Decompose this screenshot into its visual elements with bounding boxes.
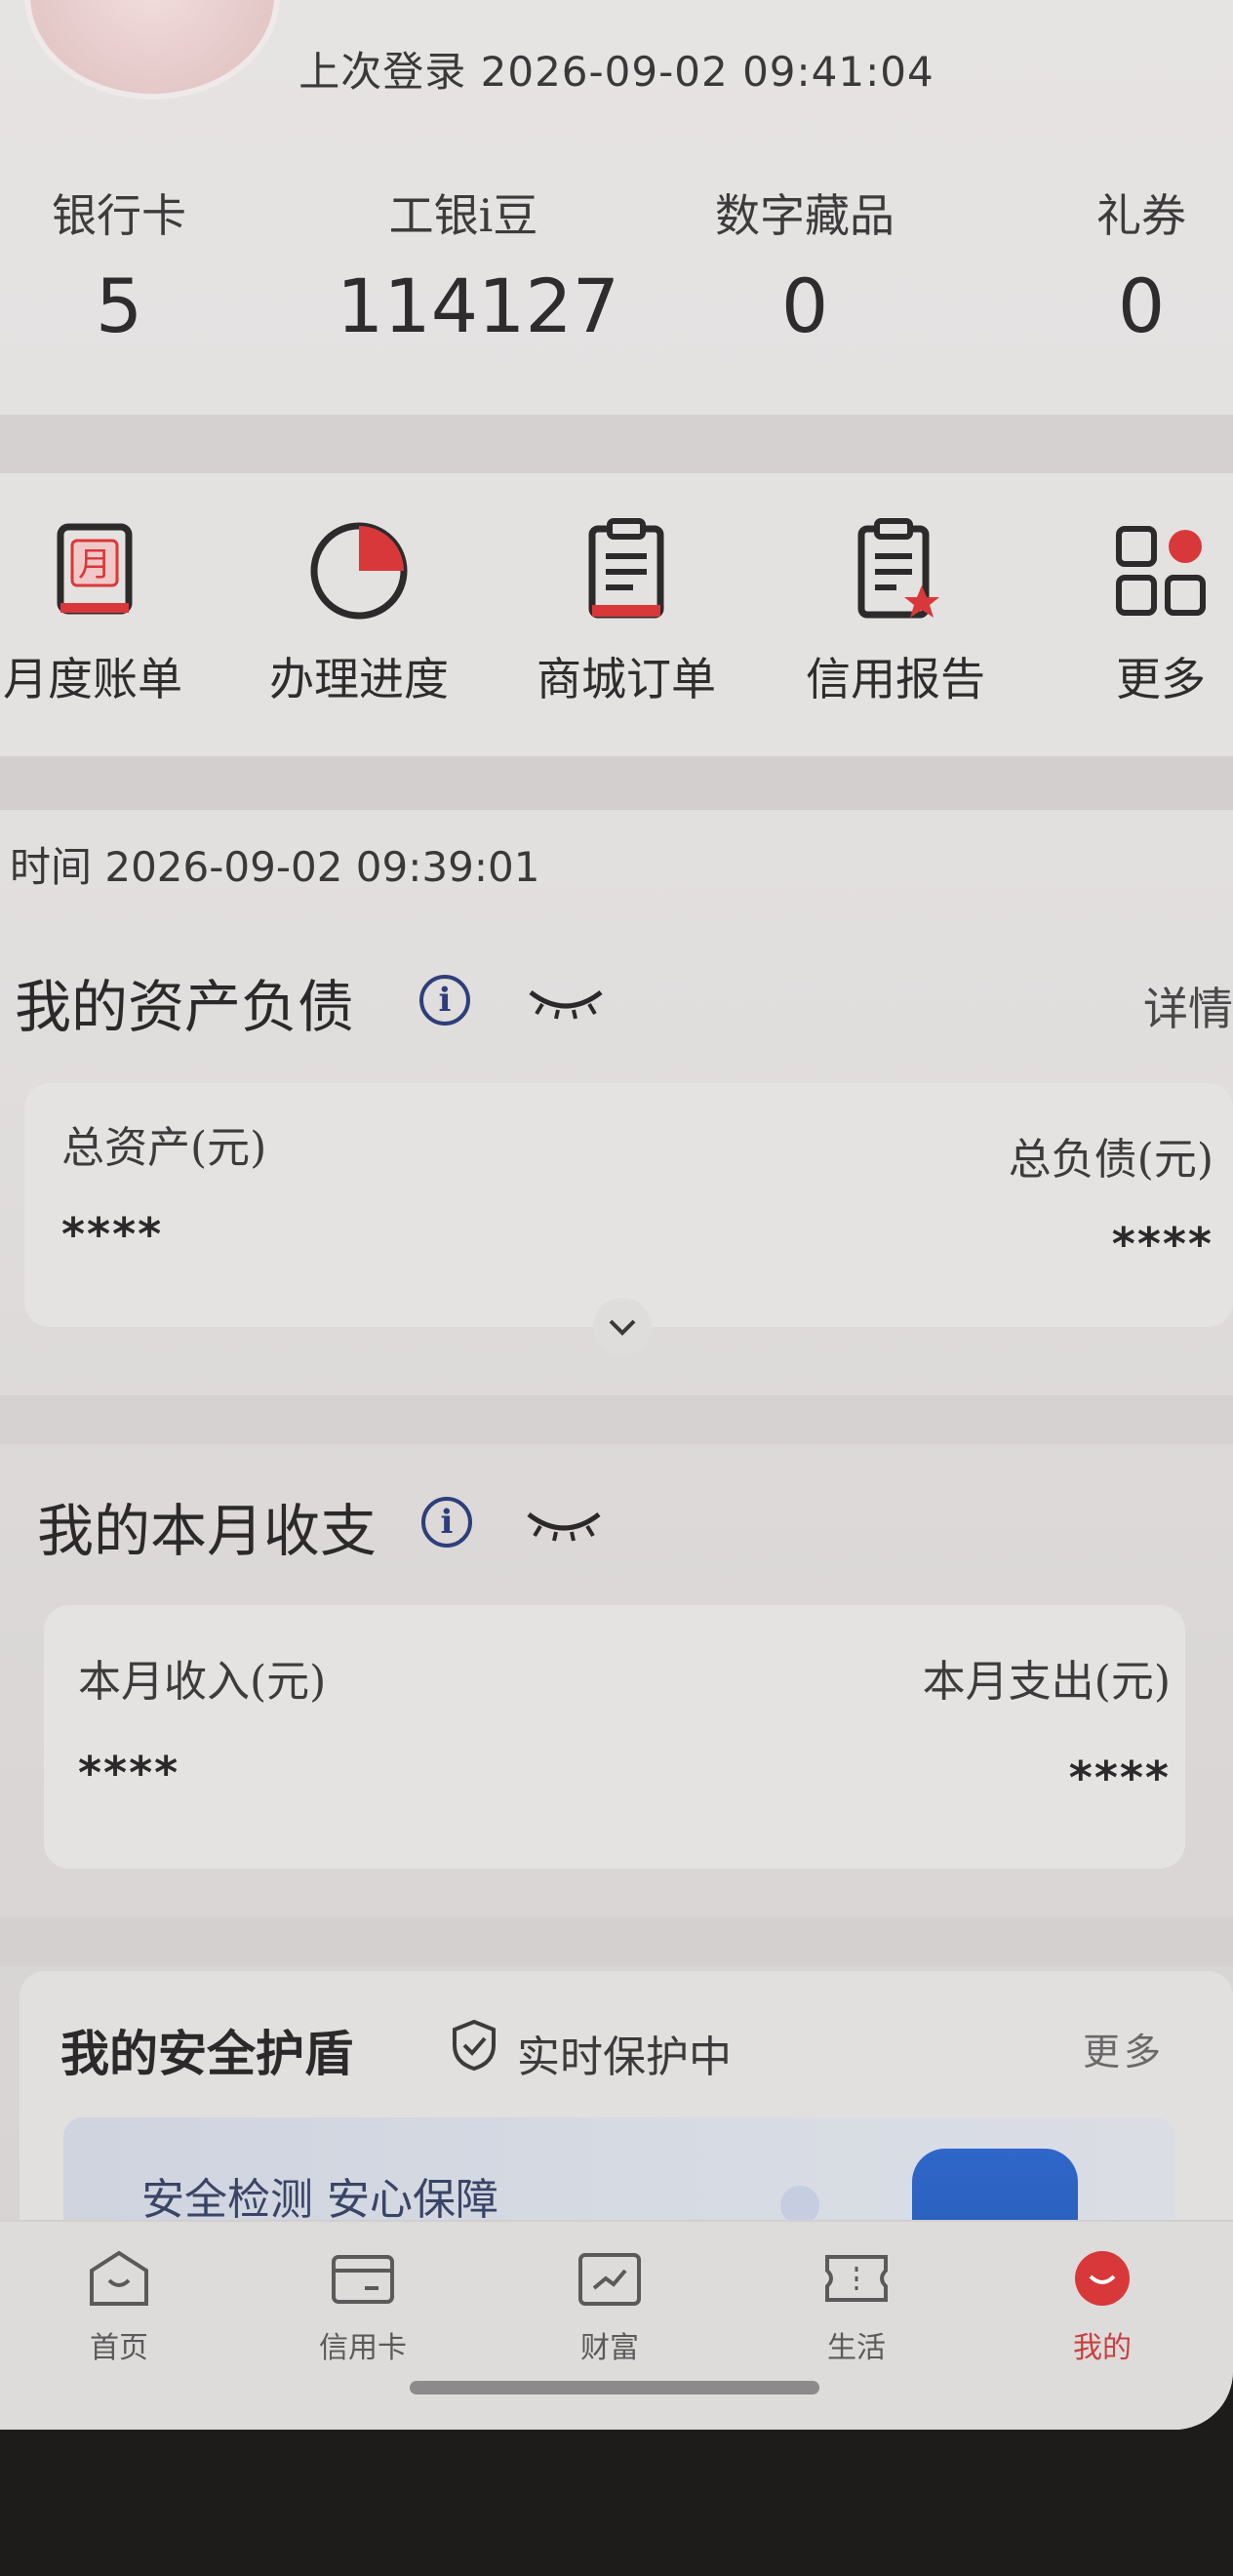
tab-label: 首页 <box>90 2331 148 2365</box>
section-divider <box>0 1917 1233 1966</box>
quick-monthly-bill[interactable]: 月 月度账单 <box>0 517 200 708</box>
quick-credit-report[interactable]: 信用报告 <box>788 517 1003 708</box>
info-icon[interactable]: i <box>421 1497 472 1548</box>
credit-report-icon <box>842 517 949 624</box>
assets-card[interactable]: 总资产(元) **** 总负债(元) **** <box>24 1083 1233 1327</box>
quick-more[interactable]: 更多 <box>1054 517 1233 708</box>
total-assets-label: 总资产(元) <box>61 1123 267 1173</box>
security-more-link[interactable]: 更多 <box>1083 2022 1165 2075</box>
last-login-text: 上次登录 2026-09-02 09:41:04 <box>298 48 935 96</box>
chevron-down-icon[interactable] <box>593 1298 652 1356</box>
income-value: **** <box>78 1747 180 1799</box>
wealth-icon <box>577 2249 643 2308</box>
app-screen: 上次登录 2026-09-02 09:41:04 银行卡 5 工银i豆 1141… <box>0 0 1233 2430</box>
bottom-tab-bar: 首页 信用卡 财富 生活 我的 <box>0 2220 1233 2430</box>
stat-value: 0 <box>1117 262 1166 349</box>
eye-closed-icon[interactable] <box>527 981 605 1020</box>
stat-label: 礼券 <box>1096 189 1186 242</box>
home-indicator[interactable] <box>410 2381 819 2395</box>
stat-digital-collections[interactable]: 数字藏品 0 <box>678 181 932 349</box>
stat-label: 银行卡 <box>52 189 186 242</box>
tab-home[interactable]: 首页 <box>21 2249 217 2366</box>
tab-wealth[interactable]: 财富 <box>512 2249 707 2366</box>
monthly-section-title: 我的本月收支 <box>37 1498 378 1564</box>
income-label: 本月收入(元) <box>78 1657 327 1707</box>
quick-action-label: 商城订单 <box>537 653 716 705</box>
security-status: 实时保护中 <box>517 2033 732 2082</box>
stat-value: 5 <box>95 262 143 349</box>
quick-action-label: 办理进度 <box>269 653 449 705</box>
total-assets-value: **** <box>61 1208 164 1261</box>
tab-label: 财富 <box>580 2331 639 2365</box>
more-grid-icon <box>1107 517 1214 624</box>
svg-text:月: 月 <box>78 545 111 584</box>
shield-check-icon <box>449 2018 499 2073</box>
stat-icbc-beans[interactable]: 工银i豆 114127 <box>337 181 620 349</box>
profile-icon <box>1069 2249 1135 2308</box>
stats-row: 银行卡 5 工银i豆 114127 数字藏品 0 礼券 0 <box>0 181 1233 376</box>
security-section-title: 我的安全护盾 <box>60 2025 353 2082</box>
expense-label: 本月支出(元) <box>922 1657 1171 1707</box>
tab-credit-card[interactable]: 信用卡 <box>265 2249 460 2366</box>
tab-label: 信用卡 <box>319 2331 407 2365</box>
life-ticket-icon <box>823 2249 890 2308</box>
stat-bank-cards[interactable]: 银行卡 5 <box>0 181 246 349</box>
credit-card-icon <box>330 2249 396 2308</box>
mall-order-icon <box>573 517 680 624</box>
decorative-dot <box>780 2186 819 2225</box>
quick-action-label: 月度账单 <box>3 653 182 705</box>
stat-value: 114127 <box>337 262 620 349</box>
quick-progress[interactable]: 办理进度 <box>252 517 466 708</box>
assets-detail-link[interactable]: 详情 <box>1143 974 1233 1038</box>
stat-coupons[interactable]: 礼券 0 <box>1014 181 1233 349</box>
home-icon <box>86 2249 152 2308</box>
assets-section-title: 我的资产负债 <box>15 974 355 1040</box>
eye-closed-icon[interactable] <box>525 1503 603 1542</box>
total-debt-value: **** <box>1111 1218 1213 1270</box>
stat-value: 0 <box>780 262 829 349</box>
tab-mine[interactable]: 我的 <box>1005 2249 1200 2366</box>
info-icon[interactable]: i <box>419 975 470 1026</box>
quick-action-label: 信用报告 <box>806 653 985 705</box>
stat-label: 工银i豆 <box>388 189 538 242</box>
stat-label: 数字藏品 <box>715 189 895 242</box>
section-divider <box>0 415 1233 473</box>
section-divider <box>0 756 1233 810</box>
monthly-card[interactable]: 本月收入(元) **** 本月支出(元) **** <box>44 1605 1185 1869</box>
progress-icon <box>305 517 413 624</box>
tab-label: 我的 <box>1073 2331 1132 2365</box>
tab-life[interactable]: 生活 <box>759 2249 954 2366</box>
quick-actions: 月 月度账单 办理进度 商城订单 信用报告 更多 <box>0 473 1233 756</box>
quick-mall-orders[interactable]: 商城订单 <box>519 517 734 708</box>
expense-value: **** <box>1068 1751 1171 1804</box>
section-divider <box>0 1395 1233 1444</box>
security-banner-text: 安全检测 安心保障 <box>141 2175 498 2225</box>
total-debt-label: 总负债(元) <box>1008 1135 1213 1185</box>
quick-action-label: 更多 <box>1116 653 1206 705</box>
tab-label: 生活 <box>827 2331 886 2365</box>
monthly-bill-icon: 月 <box>39 517 146 624</box>
asset-update-time: 时间 2026-09-02 09:39:01 <box>10 843 540 891</box>
